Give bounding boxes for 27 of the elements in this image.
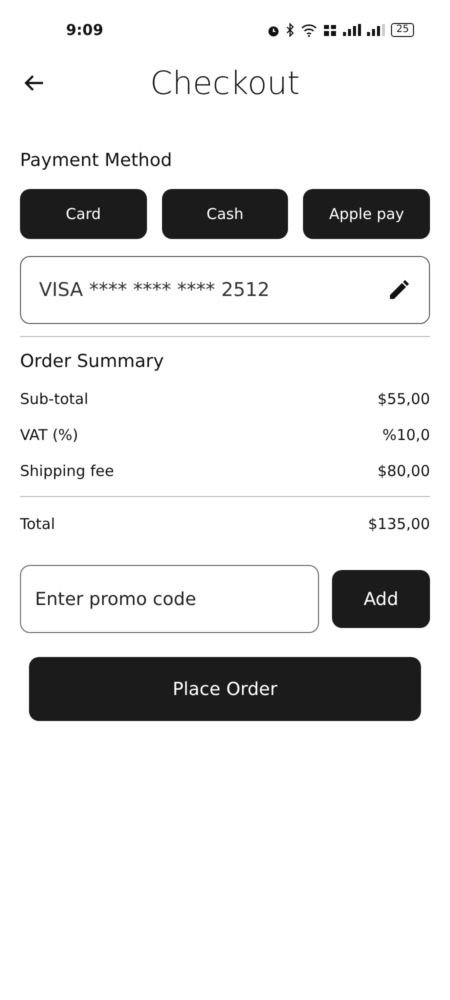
total-label: Total [20,515,56,533]
promo-code-field[interactable]: Enter promo code [20,565,319,633]
payment-method-button[interactable]: Cash [162,189,288,239]
signal-icon [343,24,362,36]
card-number: VISA **** **** **** 2512 [39,279,270,301]
summary-label: Sub-total [20,390,88,408]
status-time: 9:09 [66,21,104,39]
add-button[interactable]: Add [332,570,430,628]
wifi-icon [301,24,318,36]
battery-indicator: 25 [391,23,414,37]
summary-label: Shipping fee [20,462,114,480]
total-value: $135,00 [368,515,430,533]
card-field[interactable]: VISA **** **** **** 2512 [20,256,430,324]
place-order-button[interactable]: Place Order [29,657,421,721]
payment-method-button[interactable]: Card [20,189,147,239]
alarm-icon [267,24,280,36]
section-heading: Payment Method [20,150,172,171]
section-heading: Order Summary [20,351,164,372]
page-title: Checkout [150,64,300,102]
signal-icon [367,24,386,36]
summary-label: VAT (%) [20,426,78,444]
summary-value: $55,00 [378,390,430,408]
payment-method-button[interactable]: Apple pay [303,189,430,239]
edit-icon[interactable] [387,278,411,302]
summary-value: $80,00 [378,462,430,480]
bluetooth-icon [286,23,296,37]
summary-value: %10,0 [382,426,430,444]
